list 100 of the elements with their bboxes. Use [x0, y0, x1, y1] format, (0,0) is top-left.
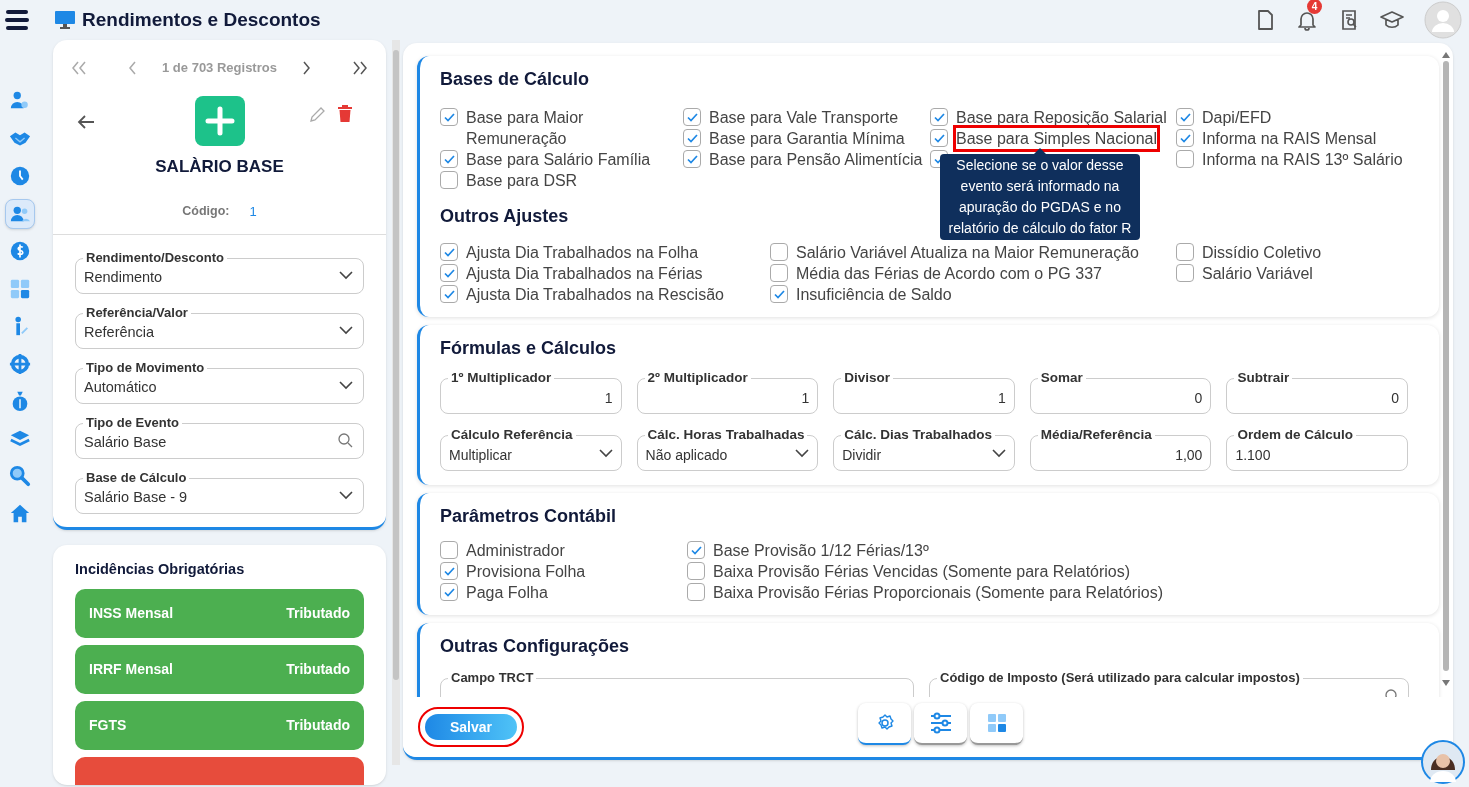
checkbox[interactable]: [440, 541, 458, 559]
checkbox[interactable]: [683, 108, 701, 126]
field-value: 1: [604, 389, 613, 408]
next-icon[interactable]: [302, 61, 313, 75]
checkbox-label: Dissídio Coletivo: [1202, 243, 1322, 263]
field-label: Campo TRCT: [448, 670, 537, 686]
chevron-down-icon: [339, 326, 353, 335]
monitor-icon: [54, 10, 76, 30]
previous-icon[interactable]: [126, 61, 137, 75]
checkbox[interactable]: [1176, 108, 1194, 126]
check-icon: [443, 566, 455, 576]
checkbox[interactable]: [683, 150, 701, 168]
checkbox[interactable]: [770, 285, 788, 303]
checkbox-label: Insuficiência de Saldo: [796, 285, 952, 305]
chevron-down-icon: [598, 448, 613, 458]
checkbox-label: Base Provisão 1/12 Férias/13º: [713, 541, 929, 561]
section-title: Outras Configurações: [440, 635, 630, 658]
assistant-avatar-icon[interactable]: [1421, 740, 1465, 784]
checkbox[interactable]: [1176, 264, 1194, 282]
checkbox[interactable]: [683, 129, 701, 147]
add-button[interactable]: [194, 96, 245, 146]
checkbox[interactable]: [770, 264, 788, 282]
checkbox-label: Média das Férias de Acordo com o PG 337: [796, 264, 1102, 284]
check-icon: [443, 289, 455, 299]
check-icon: [773, 289, 785, 299]
field-value: 0: [1391, 389, 1399, 408]
checkbox-label: Salário Variável Atualiza na Maior Remuneração: [796, 243, 1139, 263]
check-icon: [443, 247, 455, 257]
scrollbar-thumb[interactable]: [1443, 61, 1449, 671]
check-icon: [443, 268, 455, 278]
scrollbar-thumb[interactable]: [393, 50, 399, 680]
checkbox[interactable]: [930, 108, 948, 126]
check-icon: [686, 133, 698, 143]
checkbox[interactable]: [440, 243, 458, 261]
field-value: Não aplicado: [645, 446, 728, 465]
check-icon: [443, 112, 455, 122]
tab[interactable]: [858, 703, 911, 745]
notification-badge: 4: [1307, 0, 1322, 14]
incidence-status: Tributado: [286, 716, 350, 736]
incidence-name: INSS Mensal: [89, 604, 174, 624]
checkbox[interactable]: [440, 171, 458, 189]
checkbox[interactable]: [687, 562, 705, 580]
checkbox[interactable]: [1176, 150, 1194, 168]
search-icon: [338, 433, 353, 448]
checkbox[interactable]: [1176, 129, 1194, 147]
nav-item[interactable]: [5, 198, 35, 229]
tooltip-text: Selecione se o valor desse evento será informado na apuração do PGDAS e no relatório de cálculo do fator R: [948, 157, 1132, 236]
checkbox-label: Administrador: [466, 541, 565, 561]
checkbox[interactable]: [930, 129, 948, 147]
checkbox[interactable]: [440, 583, 458, 601]
record-counter: 1 de 703 Registros: [162, 59, 277, 78]
pencil-icon[interactable]: [308, 106, 326, 124]
checkbox[interactable]: [440, 264, 458, 282]
scroll-up-icon[interactable]: [1441, 51, 1451, 59]
checkbox[interactable]: [687, 583, 705, 601]
checkbox-label: Baixa Provisão Férias Vencidas (Somente para Relatórios): [713, 562, 1131, 582]
bell-icon[interactable]: [1296, 9, 1318, 31]
check-icon: [443, 587, 455, 597]
sliders-icon: [928, 711, 953, 735]
checkbox[interactable]: [770, 243, 788, 261]
section-title: Bases de Cálculo: [440, 68, 590, 91]
checkbox[interactable]: [1176, 243, 1194, 261]
checkbox-label: Base para DSR: [466, 171, 578, 191]
checkbox-label: Informa na RAIS 13º Salário: [1202, 150, 1403, 170]
code-label: Código:: [182, 203, 230, 221]
incidence-name: IRRF Mensal: [89, 660, 173, 680]
checkbox[interactable]: [440, 562, 458, 580]
incidence-status: Tributado: [286, 604, 350, 624]
field-label: 1º Multiplicador: [448, 370, 555, 386]
back-arrow-icon[interactable]: [77, 114, 95, 130]
checkbox[interactable]: [687, 541, 705, 559]
last-page-icon[interactable]: [351, 61, 368, 75]
dollar-icon: [9, 240, 31, 262]
field-value: 1: [801, 389, 810, 408]
tab[interactable]: [914, 703, 967, 745]
field-value: Referência: [84, 322, 155, 342]
field-value: Salário Base: [84, 432, 167, 452]
check-icon: [933, 133, 945, 143]
checkbox-label: Base para Salário Família: [466, 150, 651, 170]
section-title: Outros Ajustes: [440, 205, 569, 228]
first-page-icon[interactable]: [71, 61, 87, 75]
tab[interactable]: [970, 703, 1023, 745]
graduation-cap-icon[interactable]: [1380, 9, 1404, 31]
check-icon: [443, 154, 455, 164]
field-value: 1,00: [1175, 446, 1203, 465]
gear-icon: [9, 352, 31, 375]
checkbox-label: Base para Garantia Mínima: [709, 129, 905, 149]
menu-icon[interactable]: [5, 8, 29, 32]
checkbox[interactable]: [440, 285, 458, 303]
check-icon: [690, 545, 702, 555]
code-value: 1: [249, 202, 257, 221]
checkbox-label: Ajusta Dia Trabalhados na Folha: [466, 243, 699, 263]
checkbox[interactable]: [440, 108, 458, 126]
plus-icon: [204, 106, 235, 136]
checkbox[interactable]: [440, 150, 458, 168]
scroll-down-icon[interactable]: [1441, 679, 1451, 687]
field-label: 2º Multiplicador: [644, 370, 751, 386]
check-icon: [933, 112, 945, 122]
field-value: Multiplicar: [449, 446, 512, 465]
trash-icon[interactable]: [338, 105, 352, 122]
